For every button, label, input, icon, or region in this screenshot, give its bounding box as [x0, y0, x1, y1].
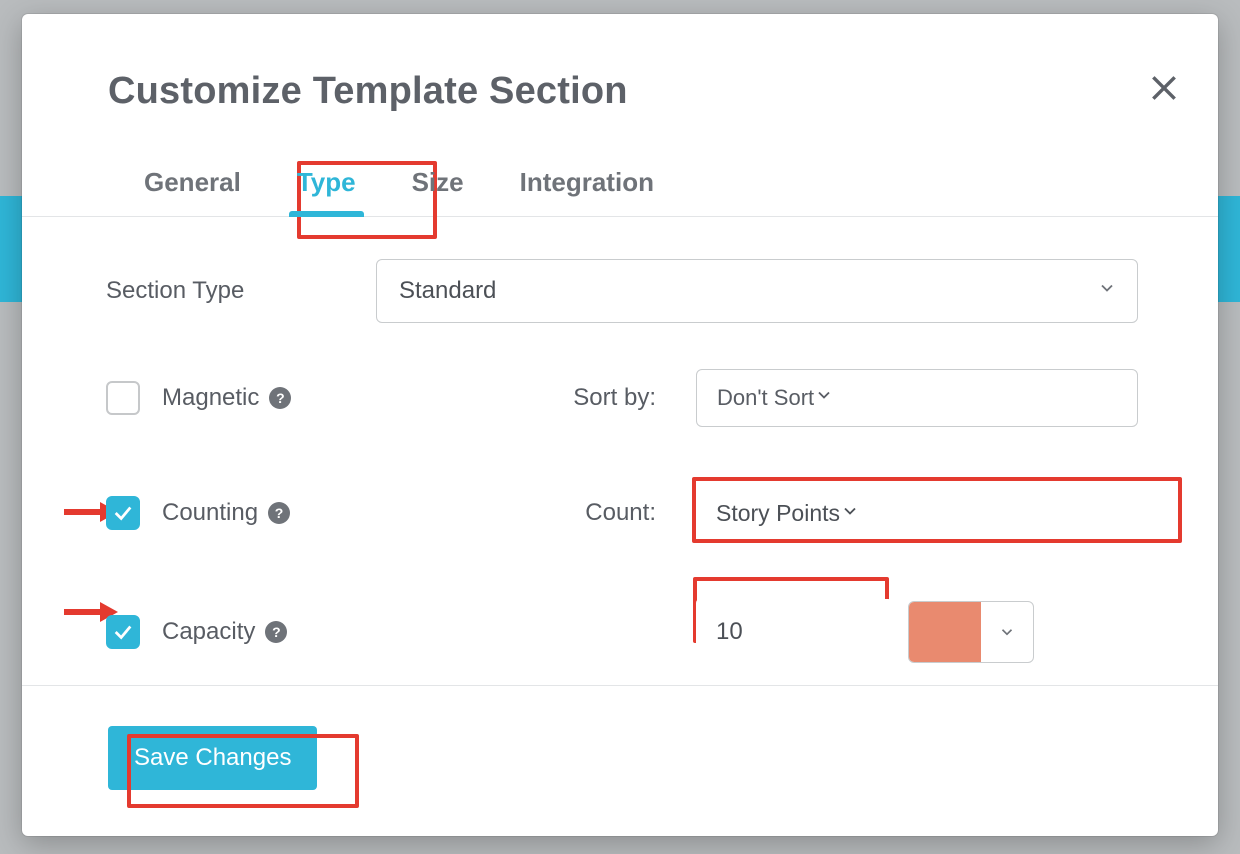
section-type-label: Section Type: [106, 277, 376, 305]
capacity-label: Capacity: [162, 618, 255, 646]
help-icon[interactable]: ?: [269, 387, 291, 409]
color-swatch: [909, 602, 981, 662]
modal-title: Customize Template Section: [108, 70, 1158, 113]
help-icon[interactable]: ?: [265, 621, 287, 643]
capacity-input[interactable]: 10: [696, 599, 892, 665]
tab-general[interactable]: General: [140, 161, 245, 216]
sort-by-select[interactable]: Don't Sort: [696, 369, 1138, 427]
close-button[interactable]: [1142, 66, 1186, 110]
sort-by-value: Don't Sort: [717, 385, 814, 411]
section-type-select[interactable]: Standard: [376, 259, 1138, 323]
save-button[interactable]: Save Changes: [108, 726, 317, 790]
capacity-value: 10: [716, 618, 743, 646]
customize-template-modal: Customize Template Section General Type …: [22, 14, 1218, 836]
chevron-down-icon: [840, 500, 860, 527]
section-type-value: Standard: [399, 277, 496, 305]
check-icon: [112, 621, 134, 643]
sort-by-label: Sort by:: [486, 384, 656, 412]
check-icon: [112, 502, 134, 524]
tabs: General Type Size Integration: [22, 143, 1218, 217]
magnetic-label: Magnetic: [162, 384, 259, 412]
chevron-down-icon: [981, 623, 1033, 641]
help-icon[interactable]: ?: [268, 502, 290, 524]
chevron-down-icon: [814, 385, 834, 411]
count-label: Count:: [486, 499, 656, 527]
magnetic-checkbox[interactable]: [106, 381, 140, 415]
capacity-color-picker[interactable]: [908, 601, 1034, 663]
counting-checkbox[interactable]: [106, 496, 140, 530]
tab-size[interactable]: Size: [408, 161, 468, 216]
tab-integration[interactable]: Integration: [516, 161, 658, 216]
counting-label: Counting: [162, 499, 258, 527]
count-select[interactable]: Story Points: [696, 481, 1138, 545]
count-value: Story Points: [716, 500, 840, 527]
chevron-down-icon: [1097, 277, 1117, 305]
capacity-checkbox[interactable]: [106, 615, 140, 649]
tab-type[interactable]: Type: [293, 161, 360, 216]
close-icon: [1148, 72, 1180, 104]
